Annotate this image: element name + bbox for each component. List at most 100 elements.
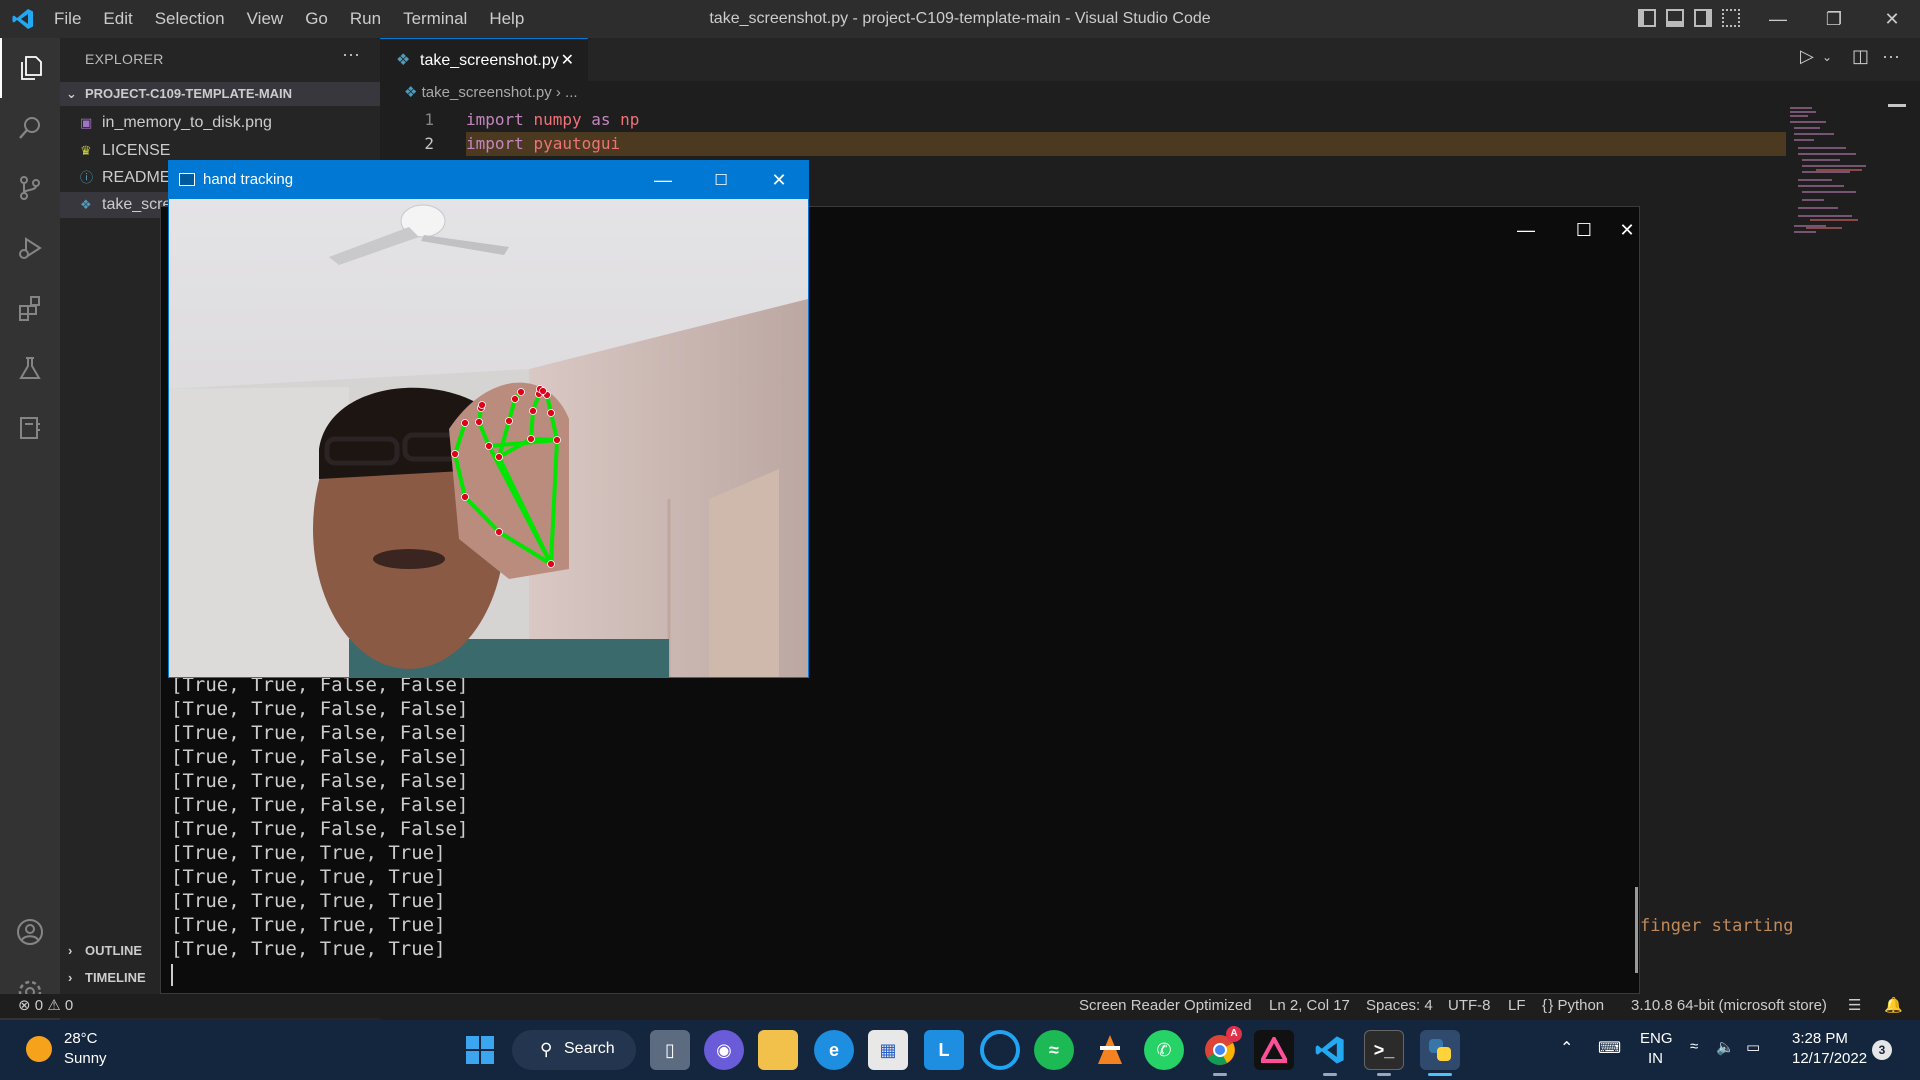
landmark-point (485, 442, 493, 450)
console-maximize-button[interactable]: ☐ (1555, 207, 1613, 253)
tab-take-screenshot[interactable]: ❖ take_screenshot.py ✕ (380, 38, 588, 81)
notification-count-badge[interactable]: 3 (1872, 1040, 1892, 1060)
split-editor-icon[interactable]: ◫ (1852, 46, 1869, 67)
toggle-panel-icon[interactable] (1666, 9, 1684, 27)
breadcrumb-file[interactable]: take_screenshot.py (422, 84, 552, 101)
editor-more-button[interactable]: ··· (1882, 46, 1900, 67)
search-icon: ⚲ (540, 1040, 553, 1059)
keyboard-icon[interactable]: ⌨ (1598, 1038, 1621, 1058)
adobe-express-icon[interactable] (1254, 1030, 1294, 1070)
python-file-icon: ❖ (404, 84, 418, 101)
code-line[interactable]: 1 import numpy as np (380, 108, 1780, 132)
weather-desc[interactable]: Sunny (64, 1050, 107, 1067)
layout-controls (1638, 9, 1740, 27)
console-close-button[interactable]: ✕ (1613, 207, 1641, 253)
menu-help[interactable]: Help (489, 9, 524, 29)
menu-run[interactable]: Run (350, 9, 381, 29)
file-item[interactable]: ▣ in_memory_to_disk.png (60, 110, 380, 136)
language-indicator-bottom[interactable]: IN (1648, 1050, 1663, 1067)
menu-file[interactable]: File (54, 9, 81, 29)
console-output-line: [True, True, True, True] (171, 842, 446, 864)
console-output-line: [True, True, False, False] (171, 746, 469, 768)
landmark-point (461, 493, 469, 501)
cursor-position[interactable]: Ln 2, Col 17 (1269, 994, 1350, 1018)
minimize-button[interactable]: — (1750, 0, 1806, 38)
console-scrollbar[interactable] (1635, 887, 1638, 973)
explorer-icon[interactable] (0, 38, 60, 98)
clock-time[interactable]: 3:28 PM (1792, 1030, 1848, 1047)
task-view-icon[interactable]: ▯ (650, 1030, 690, 1070)
windows-start-icon[interactable] (460, 1030, 500, 1070)
code-line[interactable]: 2 import pyautogui (380, 132, 1780, 156)
restore-button[interactable]: ❐ (1806, 0, 1862, 38)
menu-go[interactable]: Go (305, 9, 328, 29)
run-debug-icon[interactable] (0, 218, 60, 278)
menu-terminal[interactable]: Terminal (403, 9, 467, 29)
hand-close-button[interactable]: ✕ (751, 161, 807, 199)
microsoft-store-icon[interactable]: ▦ (868, 1030, 908, 1070)
menu-edit[interactable]: Edit (103, 9, 132, 29)
language-mode[interactable]: { } Python (1542, 994, 1604, 1018)
image-file-icon: ▣ (80, 115, 93, 130)
keyword: as (591, 110, 611, 129)
battery-icon[interactable]: ▭ (1746, 1038, 1760, 1056)
customize-layout-icon[interactable] (1722, 9, 1740, 27)
taskbar-search-box[interactable]: ⚲ Search (512, 1030, 636, 1070)
console-minimize-button[interactable]: — (1497, 207, 1555, 253)
python-app-icon[interactable] (1420, 1030, 1460, 1070)
testing-icon[interactable] (0, 338, 60, 398)
hand-tracking-window[interactable]: hand tracking — ☐ ✕ (168, 160, 809, 678)
indentation-status[interactable]: Spaces: 4 (1366, 994, 1433, 1018)
sun-weather-icon[interactable] (26, 1036, 52, 1062)
explorer-header: EXPLORER (85, 51, 164, 67)
show-hidden-icons-icon[interactable]: ⌃ (1560, 1038, 1573, 1058)
menu-view[interactable]: View (247, 9, 284, 29)
cortana-icon[interactable] (980, 1030, 1020, 1070)
clock-date[interactable]: 12/17/2022 (1792, 1050, 1867, 1067)
toggle-sidebar-icon[interactable] (1638, 9, 1656, 27)
explorer-more-button[interactable]: ··· (342, 44, 360, 65)
hand-minimize-button[interactable]: — (635, 161, 691, 199)
workspace-folder[interactable]: ⌄ PROJECT-C109-TEMPLATE-MAIN (60, 82, 380, 106)
chrome-icon[interactable]: A (1200, 1026, 1242, 1070)
teams-chat-icon[interactable]: ◉ (704, 1030, 744, 1070)
search-icon[interactable] (0, 98, 60, 158)
language-indicator-top[interactable]: ENG (1640, 1030, 1673, 1047)
spotify-icon[interactable]: ≈ (1034, 1030, 1074, 1070)
tab-bar: ❖ take_screenshot.py ✕ ▷ ⌄ ◫ ··· (380, 38, 1920, 81)
wifi-icon[interactable]: ≈ (1690, 1038, 1698, 1055)
landmark-point (517, 388, 525, 396)
l-app-icon[interactable]: L (924, 1030, 964, 1070)
breadcrumb-more[interactable]: ... (565, 84, 578, 101)
file-explorer-icon[interactable] (758, 1030, 798, 1070)
notifications-bell-icon[interactable]: 🔔 (1884, 994, 1903, 1018)
volume-icon[interactable]: 🔈 (1716, 1038, 1735, 1056)
python-interpreter[interactable]: 3.10.8 64-bit (microsoft store) (1631, 994, 1827, 1018)
edge-browser-icon[interactable]: e (814, 1030, 854, 1070)
weather-temp[interactable]: 28°C (64, 1030, 98, 1047)
chevron-right-icon: › (68, 970, 73, 985)
extensions-icon[interactable] (0, 278, 60, 338)
screen-reader-status[interactable]: Screen Reader Optimized (1079, 994, 1252, 1018)
vlc-icon[interactable] (1090, 1030, 1130, 1070)
close-tab-icon[interactable]: ✕ (561, 39, 574, 82)
landmark-connection (529, 410, 535, 440)
source-control-icon[interactable] (0, 158, 60, 218)
run-dropdown-icon[interactable]: ⌄ (1822, 50, 1832, 64)
problems-indicator[interactable]: ⊗ 0 ⚠ 0 (18, 994, 73, 1018)
remote-explorer-icon[interactable] (0, 398, 60, 458)
toggle-secondary-sidebar-icon[interactable] (1694, 9, 1712, 27)
accounts-icon[interactable] (0, 902, 60, 962)
menu-selection[interactable]: Selection (155, 9, 225, 29)
eol-status[interactable]: LF (1508, 994, 1526, 1018)
whatsapp-icon[interactable]: ✆ (1144, 1030, 1184, 1070)
terminal-icon[interactable]: >_ (1364, 1030, 1404, 1070)
vscode-taskbar-icon[interactable] (1310, 1030, 1350, 1070)
encoding-status[interactable]: UTF-8 (1448, 994, 1491, 1018)
hand-maximize-button[interactable]: ☐ (693, 161, 749, 199)
close-button[interactable]: ✕ (1864, 0, 1920, 38)
run-file-icon[interactable]: ▷ (1800, 46, 1814, 67)
feedback-icon[interactable]: ☰ (1848, 994, 1861, 1018)
minimap[interactable] (1786, 104, 1906, 294)
landmark-point (505, 417, 513, 425)
